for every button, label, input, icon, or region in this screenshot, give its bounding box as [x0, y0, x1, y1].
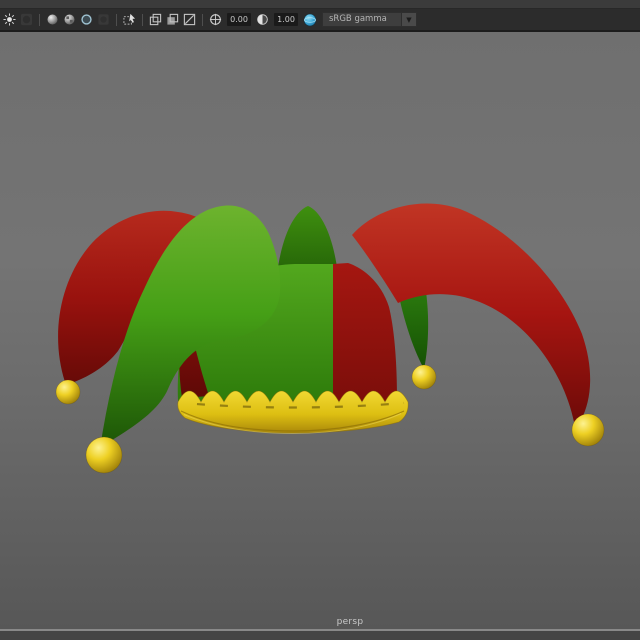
tip-ball-4 — [571, 413, 605, 447]
color-management-icon[interactable] — [302, 12, 317, 27]
chevron-down-icon[interactable]: ▼ — [402, 12, 417, 27]
panel-top-strip — [0, 0, 640, 9]
use-default-material-icon[interactable] — [96, 12, 111, 27]
view-transform-value[interactable]: sRGB gamma — [322, 12, 402, 27]
stacked-frames-filled-icon[interactable] — [165, 12, 180, 27]
jester-hat-model — [55, 203, 605, 474]
stacked-frames-icon[interactable] — [148, 12, 163, 27]
wireframe-on-shaded-icon[interactable] — [79, 12, 94, 27]
exposure-icon[interactable] — [208, 12, 223, 27]
tip-ball-2 — [85, 436, 123, 474]
contrast-icon[interactable] — [255, 12, 270, 27]
viewport-3d[interactable]: persp — [0, 32, 640, 629]
xray-icon[interactable] — [182, 12, 197, 27]
tip-ball-3 — [411, 364, 437, 390]
toolbar-separator — [39, 13, 40, 26]
tip-ball-1 — [55, 379, 81, 405]
app-window: 0.00 1.00 sRGB gamma ▼ persp — [0, 0, 640, 640]
gamma-field[interactable]: 1.00 — [274, 13, 298, 26]
view-transform-dropdown[interactable]: sRGB gamma ▼ — [322, 12, 417, 27]
textured-icon[interactable] — [62, 12, 77, 27]
shadows-icon[interactable] — [19, 12, 34, 27]
lighting-icon[interactable] — [2, 12, 17, 27]
toolbar-separator — [142, 13, 143, 26]
object-selection-icon[interactable] — [122, 12, 137, 27]
panel-bottom-strip — [0, 629, 640, 640]
viewport-toolbar: 0.00 1.00 sRGB gamma ▼ — [0, 9, 640, 32]
toolbar-separator — [202, 13, 203, 26]
toolbar-separator — [116, 13, 117, 26]
smooth-shade-icon[interactable] — [45, 12, 60, 27]
camera-label: persp — [336, 617, 364, 627]
exposure-field[interactable]: 0.00 — [227, 13, 251, 26]
